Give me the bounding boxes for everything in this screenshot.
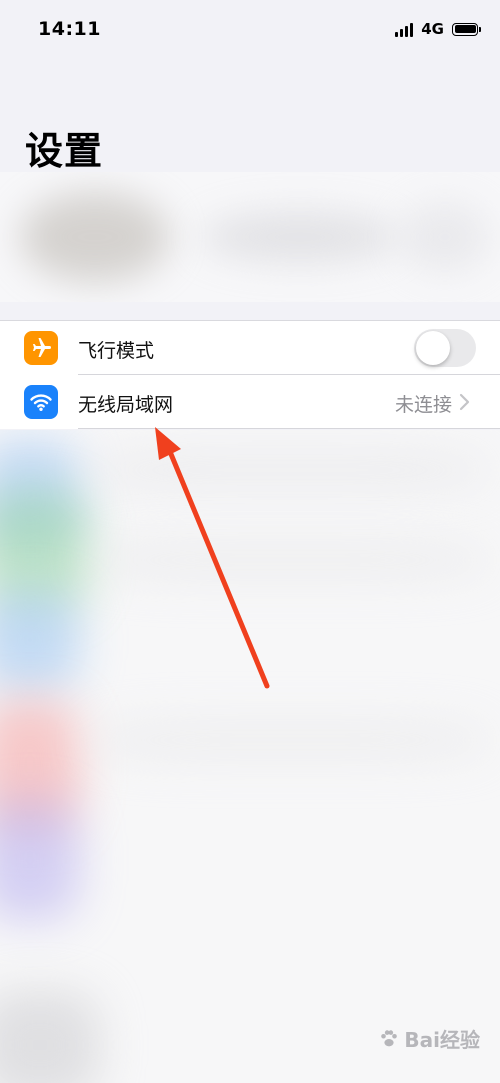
wlan-label: 无线局域网	[78, 394, 174, 416]
watermark: Bai经验	[378, 1024, 480, 1053]
signal-bars-icon	[395, 21, 414, 37]
battery-icon	[452, 22, 481, 36]
airplane-mode-toggle[interactable]	[414, 329, 476, 367]
airplane-icon	[24, 331, 58, 365]
paw-icon	[381, 1029, 398, 1046]
settings-group-connectivity: 飞行模式 无线局域网 未连接	[0, 320, 500, 429]
settings-row-airplane-mode[interactable]: 飞行模式	[0, 321, 500, 375]
status-bar: 14:11 4G	[0, 0, 500, 60]
settings-row-wlan[interactable]: 无线局域网 未连接	[0, 375, 500, 429]
status-indicators: 4G	[395, 20, 481, 38]
wifi-icon	[24, 385, 58, 419]
watermark-text: Bai经验	[404, 1028, 480, 1052]
profile-card-blurred[interactable]	[0, 172, 500, 302]
settings-list-blurred	[0, 430, 500, 1083]
chevron-right-icon	[459, 393, 470, 411]
status-time: 14:11	[38, 18, 101, 40]
wlan-status-value: 未连接	[394, 394, 452, 416]
row-divider	[78, 428, 500, 429]
airplane-mode-label: 飞行模式	[78, 340, 155, 362]
page-title: 设置	[25, 129, 104, 173]
network-type: 4G	[421, 20, 444, 38]
